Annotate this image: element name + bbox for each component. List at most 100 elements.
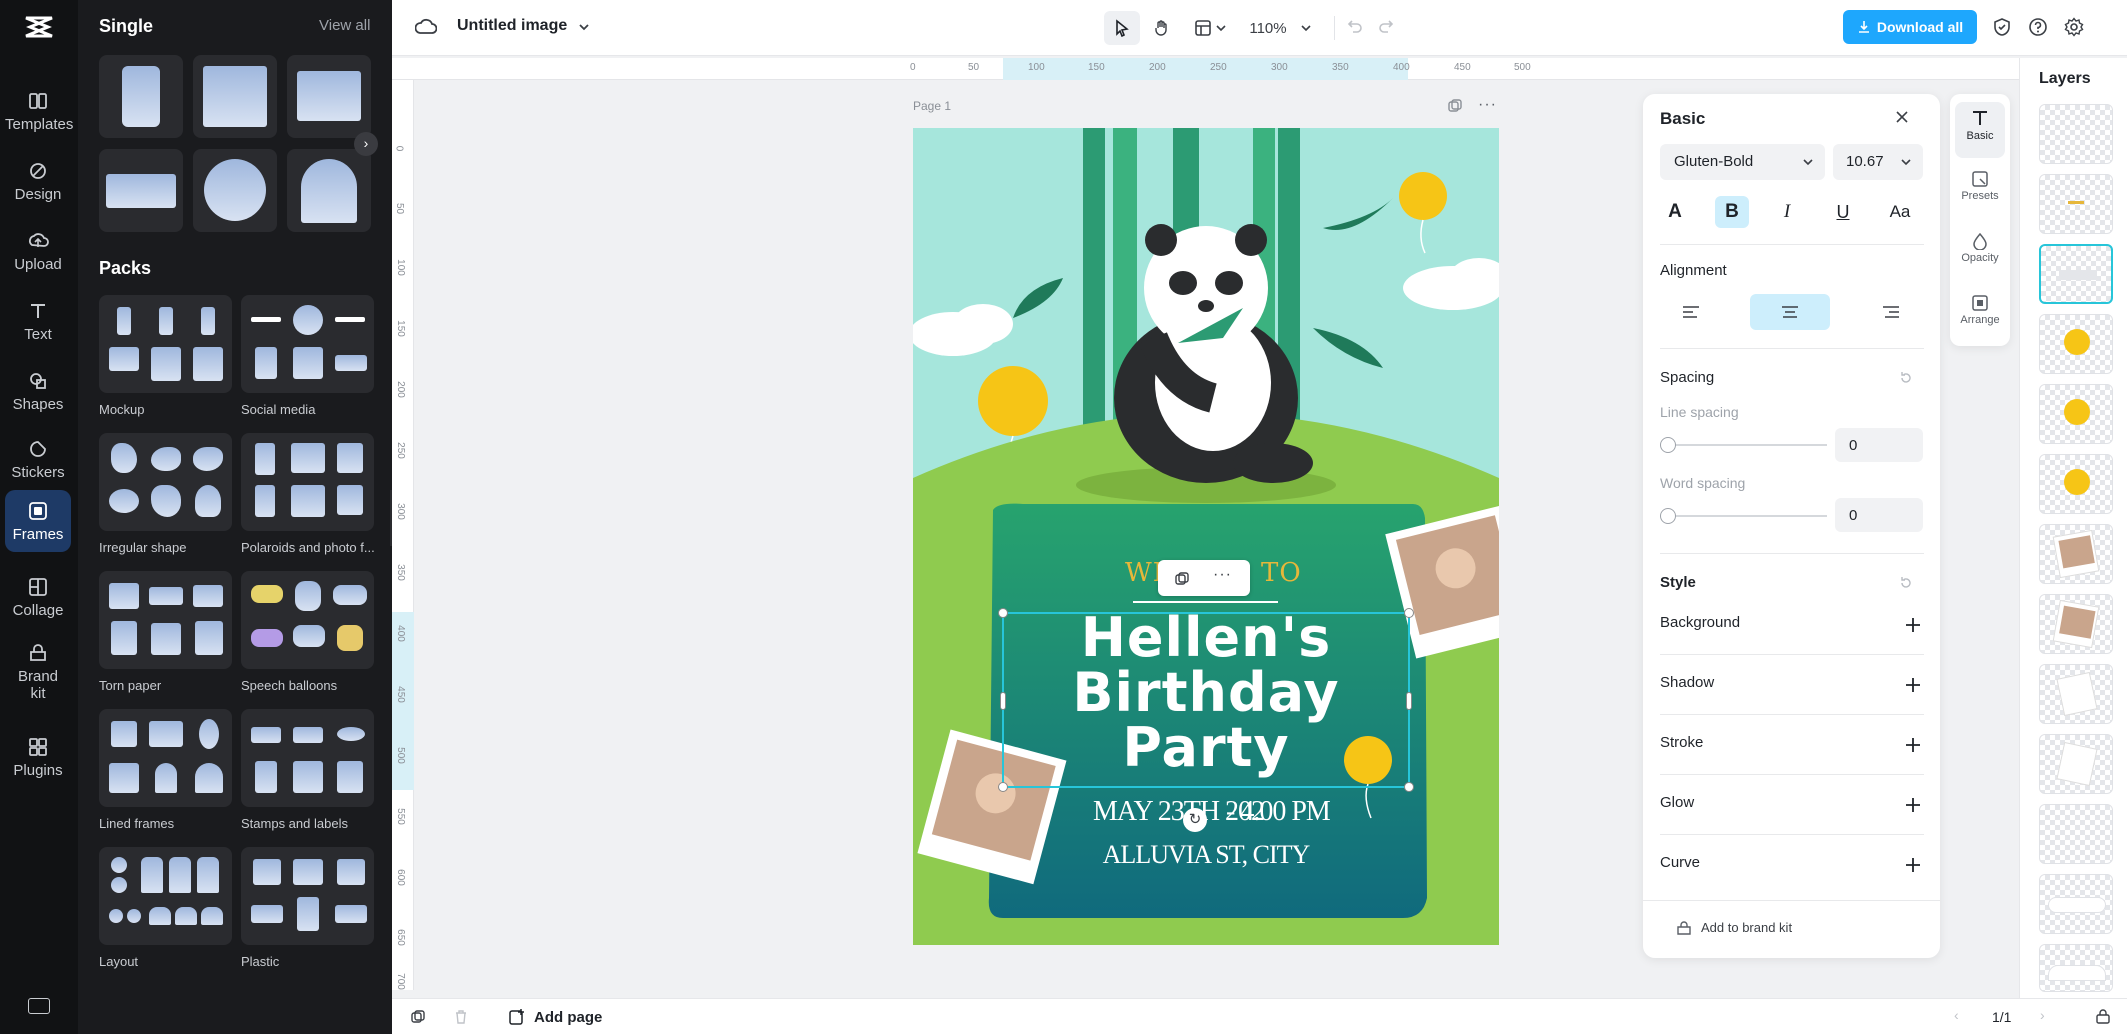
layer-thumb[interactable] — [2039, 384, 2113, 444]
layer-thumb[interactable] — [2039, 314, 2113, 374]
word-spacing-input[interactable]: 0 — [1835, 498, 1923, 532]
capcut-logo[interactable] — [22, 12, 56, 42]
font-family-select[interactable]: Gluten-Bold — [1660, 144, 1825, 180]
gear-icon[interactable] — [2064, 17, 2084, 37]
layer-thumb[interactable] — [2039, 454, 2113, 514]
redo-icon[interactable] — [1378, 18, 1394, 34]
prev-page-icon[interactable]: ‹ — [1954, 1007, 1959, 1023]
close-icon[interactable] — [1894, 109, 1910, 125]
rail-design[interactable]: Design — [5, 150, 71, 212]
line-spacing-input[interactable]: 0 — [1835, 428, 1923, 462]
rail-brand-kit[interactable]: Brand kit — [5, 632, 71, 704]
tool-presets[interactable]: Presets — [1955, 164, 2005, 220]
underline-icon[interactable]: U — [1828, 196, 1858, 228]
download-all-button[interactable]: Download all — [1843, 10, 1977, 44]
pack-thumb-speech-balloons[interactable] — [241, 571, 374, 669]
next-page-icon[interactable]: › — [2040, 1007, 2045, 1023]
page-more-icon[interactable]: ··· — [1478, 96, 1497, 114]
style-row-stroke[interactable]: Stroke — [1643, 726, 1940, 770]
duplicate-page-icon[interactable] — [1447, 98, 1463, 114]
layout-button[interactable] — [1188, 11, 1232, 45]
bold-icon[interactable]: B — [1715, 196, 1749, 228]
resize-handle[interactable] — [1404, 608, 1414, 618]
slider-thumb[interactable] — [1660, 437, 1676, 453]
view-all-link[interactable]: View all — [319, 17, 370, 34]
style-row-curve[interactable]: Curve — [1643, 846, 1940, 890]
resize-handle[interactable] — [1404, 782, 1414, 792]
resize-handle[interactable] — [998, 608, 1008, 618]
line-spacing-slider[interactable] — [1660, 437, 1827, 453]
frame-thumb[interactable] — [287, 149, 371, 232]
cloud-icon[interactable] — [415, 17, 437, 37]
help-icon[interactable] — [2028, 17, 2048, 37]
pack-thumb-torn-paper[interactable] — [99, 571, 232, 669]
rail-frames[interactable]: Frames — [5, 490, 71, 552]
layer-thumb[interactable] — [2039, 664, 2113, 724]
document-title[interactable]: Untitled image — [457, 17, 567, 35]
font-size-select[interactable]: 10.67 — [1833, 144, 1923, 180]
rail-templates[interactable]: Templates — [5, 80, 73, 142]
more-icon[interactable]: ··· — [1213, 566, 1232, 584]
frame-thumb[interactable] — [99, 149, 183, 232]
add-page-button[interactable]: Add page — [508, 1007, 602, 1027]
word-spacing-slider[interactable] — [1660, 508, 1827, 524]
delete-icon[interactable] — [453, 1009, 469, 1025]
resize-handle[interactable] — [998, 782, 1008, 792]
select-tool-button[interactable] — [1104, 11, 1140, 45]
hand-tool-button[interactable] — [1144, 11, 1180, 45]
text-case-icon[interactable]: Aa — [1883, 196, 1917, 228]
chevron-down-icon[interactable] — [578, 22, 590, 32]
align-left-icon[interactable] — [1682, 304, 1700, 320]
duplicate-page-icon[interactable] — [410, 1009, 426, 1025]
rail-collage[interactable]: Collage — [5, 566, 71, 628]
rail-upload[interactable]: Upload — [5, 220, 71, 282]
shield-check-icon[interactable] — [1992, 17, 2012, 37]
keyboard-icon[interactable] — [28, 998, 50, 1014]
layer-thumb-selected[interactable] — [2039, 244, 2113, 304]
frame-thumb[interactable] — [99, 55, 183, 138]
text-color-icon[interactable]: A — [1660, 196, 1690, 228]
selection-box[interactable] — [998, 608, 1414, 792]
resize-handle[interactable] — [1406, 692, 1412, 710]
layer-thumb[interactable] — [2039, 944, 2113, 992]
rail-text[interactable]: Text — [5, 290, 71, 352]
align-center-button[interactable] — [1750, 294, 1830, 330]
pack-thumb-polaroids[interactable] — [241, 433, 374, 531]
layer-thumb[interactable] — [2039, 524, 2113, 584]
pack-thumb-irregular-shape[interactable] — [99, 433, 232, 531]
slider-thumb[interactable] — [1660, 508, 1676, 524]
pack-thumb-lined-frames[interactable] — [99, 709, 232, 807]
rail-stickers[interactable]: Stickers — [5, 428, 71, 490]
style-row-shadow[interactable]: Shadow — [1643, 666, 1940, 710]
tool-opacity[interactable]: Opacity — [1955, 226, 2005, 282]
resize-handle[interactable] — [1000, 692, 1006, 710]
align-right-icon[interactable] — [1882, 304, 1900, 320]
tool-arrange[interactable]: Arrange — [1955, 288, 2005, 344]
frame-thumb[interactable] — [193, 55, 277, 138]
zoom-dropdown[interactable]: 110% — [1248, 11, 1312, 45]
poster-canvas[interactable]: WE TO Hellen's Birthday Party MAY 23TH 2… — [913, 128, 1499, 945]
layers-toggle-icon[interactable] — [2095, 1009, 2111, 1025]
style-row-background[interactable]: Background — [1643, 606, 1940, 650]
frame-thumb[interactable] — [193, 149, 277, 232]
italic-icon[interactable]: I — [1772, 196, 1802, 228]
frame-thumb[interactable] — [287, 55, 371, 138]
rotate-icon[interactable]: ↻ — [1183, 808, 1207, 832]
style-row-glow[interactable]: Glow — [1643, 786, 1940, 830]
layer-thumb[interactable] — [2039, 734, 2113, 794]
reset-icon[interactable] — [1899, 576, 1913, 590]
layer-thumb[interactable] — [2039, 804, 2113, 864]
layer-thumb[interactable] — [2039, 594, 2113, 654]
rail-plugins[interactable]: Plugins — [5, 726, 71, 788]
carousel-next-button[interactable]: › — [354, 132, 378, 156]
duplicate-icon[interactable] — [1174, 571, 1190, 587]
layer-thumb[interactable] — [2039, 874, 2113, 934]
reset-icon[interactable] — [1899, 371, 1913, 385]
pack-thumb-mockup[interactable] — [99, 295, 232, 393]
pack-thumb-plastic[interactable] — [241, 847, 374, 945]
pack-thumb-social-media[interactable] — [241, 295, 374, 393]
layer-thumb[interactable] — [2039, 174, 2113, 234]
undo-icon[interactable] — [1347, 18, 1363, 34]
rail-shapes[interactable]: Shapes — [5, 360, 71, 422]
pack-thumb-layout[interactable] — [99, 847, 232, 945]
